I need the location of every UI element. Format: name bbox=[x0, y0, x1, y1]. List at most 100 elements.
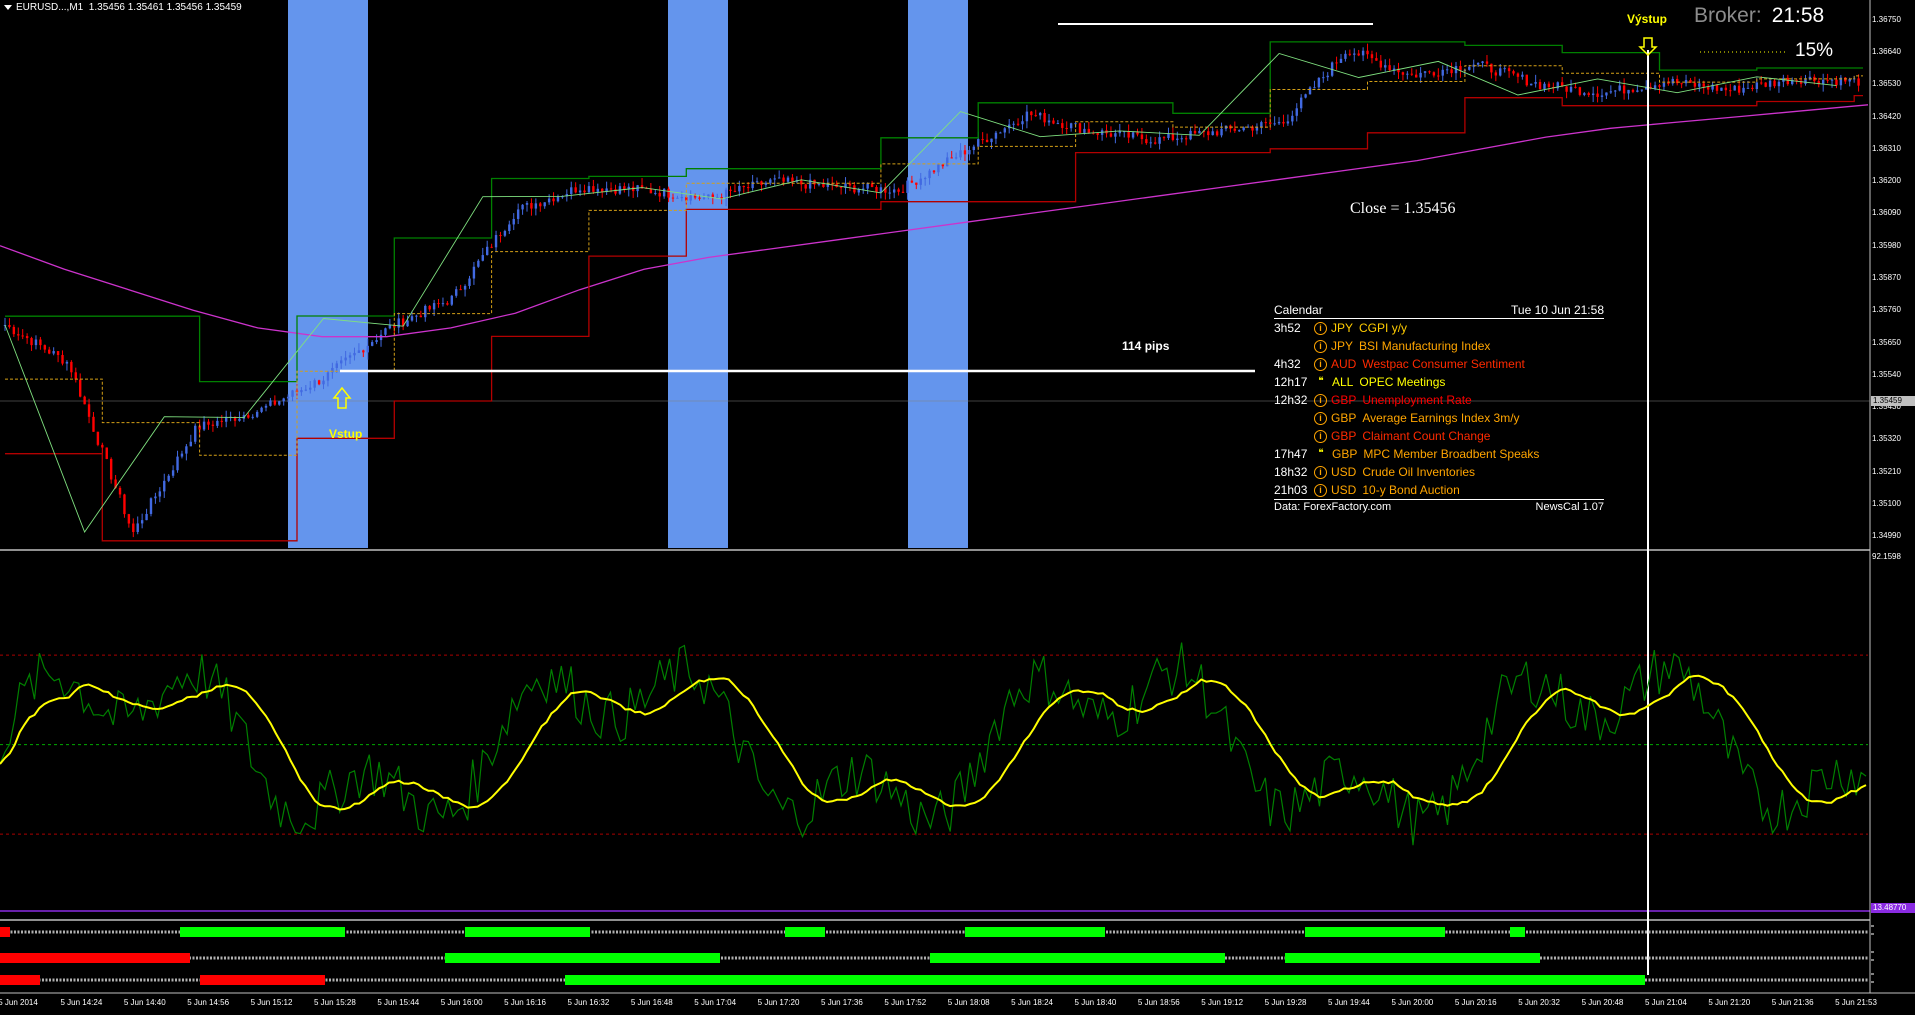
info-icon: i bbox=[1314, 393, 1327, 407]
candle-body bbox=[1432, 72, 1436, 76]
candle-body bbox=[1149, 142, 1152, 144]
candle-body bbox=[1087, 128, 1091, 133]
time-tick-label: 5 Jun 15:44 bbox=[377, 998, 420, 1007]
event-name: CGPI y/y bbox=[1359, 321, 1408, 335]
candle-body bbox=[348, 355, 352, 358]
candle-body bbox=[1702, 83, 1705, 87]
price-tick-label: 1.35540 bbox=[1872, 369, 1901, 379]
signal-bar bbox=[0, 953, 190, 963]
candle-body bbox=[220, 420, 223, 422]
candle-body bbox=[946, 157, 949, 167]
time-tick-label: 5 Jun 17:20 bbox=[757, 998, 800, 1007]
candle-body bbox=[1538, 82, 1542, 89]
candle-body bbox=[145, 513, 148, 521]
candle-body bbox=[1299, 97, 1303, 109]
candle-body bbox=[928, 170, 931, 179]
candle-body bbox=[963, 150, 967, 155]
candle-body bbox=[791, 177, 794, 182]
candle-body bbox=[25, 336, 29, 339]
close-label: Close = 1.35456 bbox=[1350, 200, 1456, 217]
candle-body bbox=[888, 192, 891, 194]
candle-body bbox=[547, 198, 551, 203]
candle-body bbox=[897, 189, 900, 192]
candle-body bbox=[1286, 121, 1290, 124]
candle-body bbox=[649, 188, 653, 194]
candle-body bbox=[481, 255, 484, 261]
candle-body bbox=[251, 416, 254, 418]
candle-body bbox=[424, 305, 427, 318]
event-name: 10-y Bond Auction bbox=[1362, 483, 1460, 497]
candle-body bbox=[1773, 80, 1776, 87]
candle-body bbox=[1547, 83, 1551, 87]
candle-body bbox=[1162, 137, 1166, 139]
candle-body bbox=[1715, 84, 1719, 91]
candle-body bbox=[1379, 60, 1383, 68]
chart-window[interactable]: EURUSD...,M1 1.35456 1.35461 1.35456 1.3… bbox=[0, 0, 1915, 1015]
candle-body bbox=[30, 338, 33, 346]
candle-body bbox=[570, 187, 573, 195]
candle-body bbox=[786, 177, 790, 182]
event-currency: JPY bbox=[1331, 321, 1354, 335]
candle-body bbox=[1003, 128, 1006, 133]
calendar-event-row: 4h32 i AUD Westpac Consumer Sentiment bbox=[1274, 355, 1604, 373]
candle-body bbox=[702, 197, 706, 199]
calendar-event-row: 17h47 ❝ GBP MPC Member Broadbent Speaks bbox=[1274, 445, 1604, 463]
time-tick-label: 5 Jun 21:04 bbox=[1644, 998, 1687, 1007]
candle-body bbox=[937, 164, 940, 173]
candle-body bbox=[1255, 127, 1259, 131]
price-tick-label: 1.36310 bbox=[1872, 143, 1901, 153]
candle-body bbox=[848, 183, 852, 186]
candle-body bbox=[1507, 68, 1511, 72]
event-currency: USD bbox=[1331, 483, 1357, 497]
candle-body bbox=[1450, 69, 1453, 74]
signal-bar bbox=[930, 953, 1225, 963]
candle-body bbox=[1180, 138, 1183, 140]
session-band bbox=[908, 0, 968, 548]
candle-body bbox=[450, 295, 454, 305]
candle-body bbox=[8, 325, 11, 327]
calendar-event-row: 12h32 i GBP Unemployment Rate bbox=[1274, 391, 1604, 409]
event-time: 18h32 bbox=[1274, 465, 1308, 479]
candle-body bbox=[530, 203, 533, 209]
candle-body bbox=[216, 420, 219, 426]
price-tick-label: 1.36530 bbox=[1872, 79, 1901, 89]
candle-body bbox=[1631, 89, 1635, 92]
candle-body bbox=[132, 523, 135, 532]
candle-body bbox=[525, 203, 529, 205]
dropdown-triangle-icon[interactable] bbox=[4, 4, 12, 10]
candle-body bbox=[340, 360, 343, 364]
event-name: OPEC Meetings bbox=[1359, 375, 1446, 389]
candle-body bbox=[1220, 128, 1223, 136]
time-tick-label: 5 Jun 17:04 bbox=[694, 998, 737, 1007]
calendar-event-row: 18h32 i USD Crude Oil Inventories bbox=[1274, 463, 1604, 481]
candle-body bbox=[344, 357, 347, 361]
candle-body bbox=[1742, 87, 1745, 93]
candle-body bbox=[1012, 123, 1015, 125]
info-icon: i bbox=[1314, 357, 1327, 371]
candle-body bbox=[238, 418, 241, 421]
candle-body bbox=[362, 350, 365, 353]
candle-body bbox=[43, 345, 47, 350]
candle-body bbox=[1021, 121, 1024, 125]
time-tick-label: 5 Jun 19:12 bbox=[1201, 998, 1244, 1007]
candle-body bbox=[1419, 72, 1422, 78]
candle-body bbox=[1534, 82, 1537, 84]
signal-bar bbox=[1510, 927, 1525, 937]
candle-body bbox=[309, 387, 312, 390]
candle-body bbox=[1326, 75, 1329, 78]
candle-body bbox=[61, 354, 64, 364]
candle-body bbox=[822, 183, 825, 187]
candle-body bbox=[1578, 87, 1582, 95]
signal-bar bbox=[0, 975, 40, 985]
price-tick-label: 1.35210 bbox=[1872, 466, 1901, 476]
candle-body bbox=[1583, 93, 1586, 95]
oscillator-line bbox=[0, 642, 1867, 846]
candle-body bbox=[463, 285, 467, 290]
price-tick-label: 1.36090 bbox=[1872, 208, 1901, 218]
candle-body bbox=[1264, 122, 1267, 124]
candle-body bbox=[446, 303, 449, 305]
candle-body bbox=[83, 396, 86, 405]
candle-body bbox=[667, 188, 670, 198]
candle-body bbox=[1171, 133, 1175, 140]
chart-canvas[interactable] bbox=[0, 0, 1915, 1015]
